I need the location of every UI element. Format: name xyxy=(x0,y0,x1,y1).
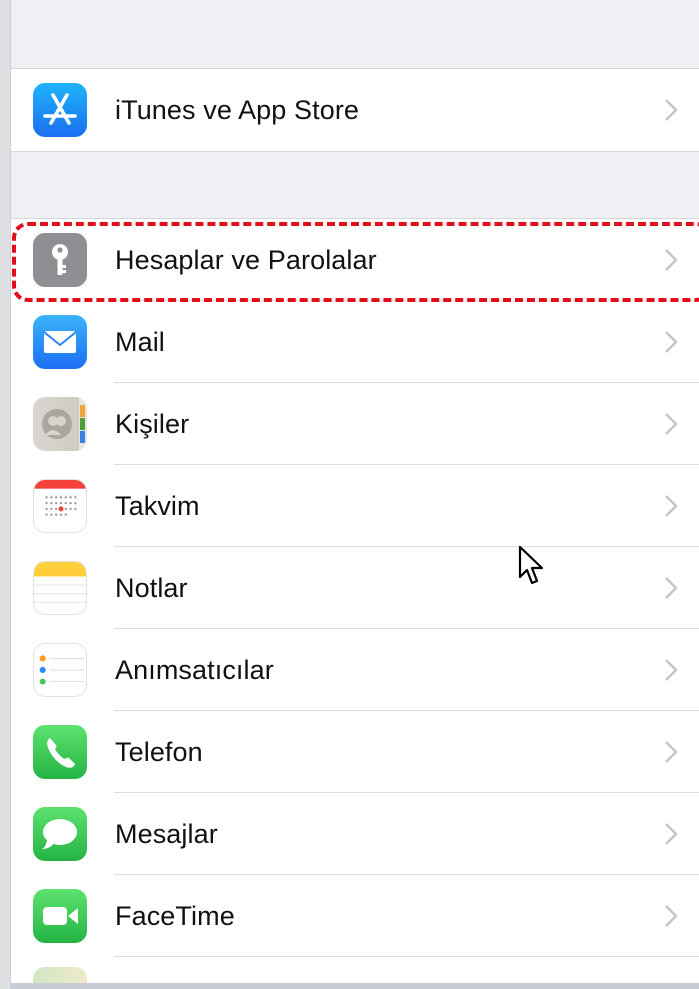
settings-row-label: Hesaplar ve Parolalar xyxy=(115,244,377,275)
settings-row-notes[interactable]: Notlar xyxy=(11,547,699,629)
mouse-cursor-icon xyxy=(518,545,544,585)
phone-icon xyxy=(33,725,87,779)
messages-icon xyxy=(33,807,87,861)
chevron-right-icon xyxy=(665,249,678,271)
chevron-right-icon xyxy=(665,331,678,353)
settings-row-accounts-passwords[interactable]: Hesaplar ve Parolalar xyxy=(11,219,699,301)
contacts-icon xyxy=(33,397,87,451)
key-icon xyxy=(33,233,87,287)
settings-row-label: Kişiler xyxy=(115,408,190,439)
settings-row-label: Notlar xyxy=(115,572,188,603)
bottom-edge xyxy=(10,983,699,989)
chevron-right-icon xyxy=(665,577,678,599)
settings-row-label: Mail xyxy=(115,326,165,357)
settings-row-label: Anımsatıcılar xyxy=(115,654,274,685)
reminders-icon xyxy=(33,643,87,697)
chevron-right-icon xyxy=(665,99,678,121)
chevron-right-icon xyxy=(665,905,678,927)
settings-row-mail[interactable]: Mail xyxy=(11,301,699,383)
chevron-right-icon xyxy=(665,413,678,435)
chevron-right-icon xyxy=(665,495,678,517)
section-gap-middle xyxy=(11,151,699,219)
facetime-icon xyxy=(33,889,87,943)
calendar-icon xyxy=(33,479,87,533)
app-store-icon xyxy=(33,83,87,137)
chevron-right-icon xyxy=(665,823,678,845)
settings-row-reminders[interactable]: Anımsatıcılar xyxy=(11,629,699,711)
settings-row-contacts[interactable]: Kişiler xyxy=(11,383,699,465)
settings-row-facetime[interactable]: FaceTime xyxy=(11,875,699,957)
chevron-right-icon xyxy=(665,659,678,681)
section-gap-top xyxy=(11,0,699,69)
settings-row-label: FaceTime xyxy=(115,900,235,931)
settings-row-phone[interactable]: Telefon xyxy=(11,711,699,793)
chevron-right-icon xyxy=(665,741,678,763)
settings-row-label: iTunes ve App Store xyxy=(115,94,360,125)
settings-row-messages[interactable]: Mesajlar xyxy=(11,793,699,875)
settings-row-label: Telefon xyxy=(115,736,203,767)
settings-row-calendar[interactable]: Takvim xyxy=(11,465,699,547)
settings-panel: iTunes ve App Store Hesaplar ve Parolala… xyxy=(10,0,699,989)
notes-icon xyxy=(33,561,87,615)
settings-row-itunes-app-store[interactable]: iTunes ve App Store xyxy=(11,69,699,151)
mail-icon xyxy=(33,315,87,369)
settings-row-label: Takvim xyxy=(115,490,200,521)
settings-row-label: Mesajlar xyxy=(115,818,218,849)
